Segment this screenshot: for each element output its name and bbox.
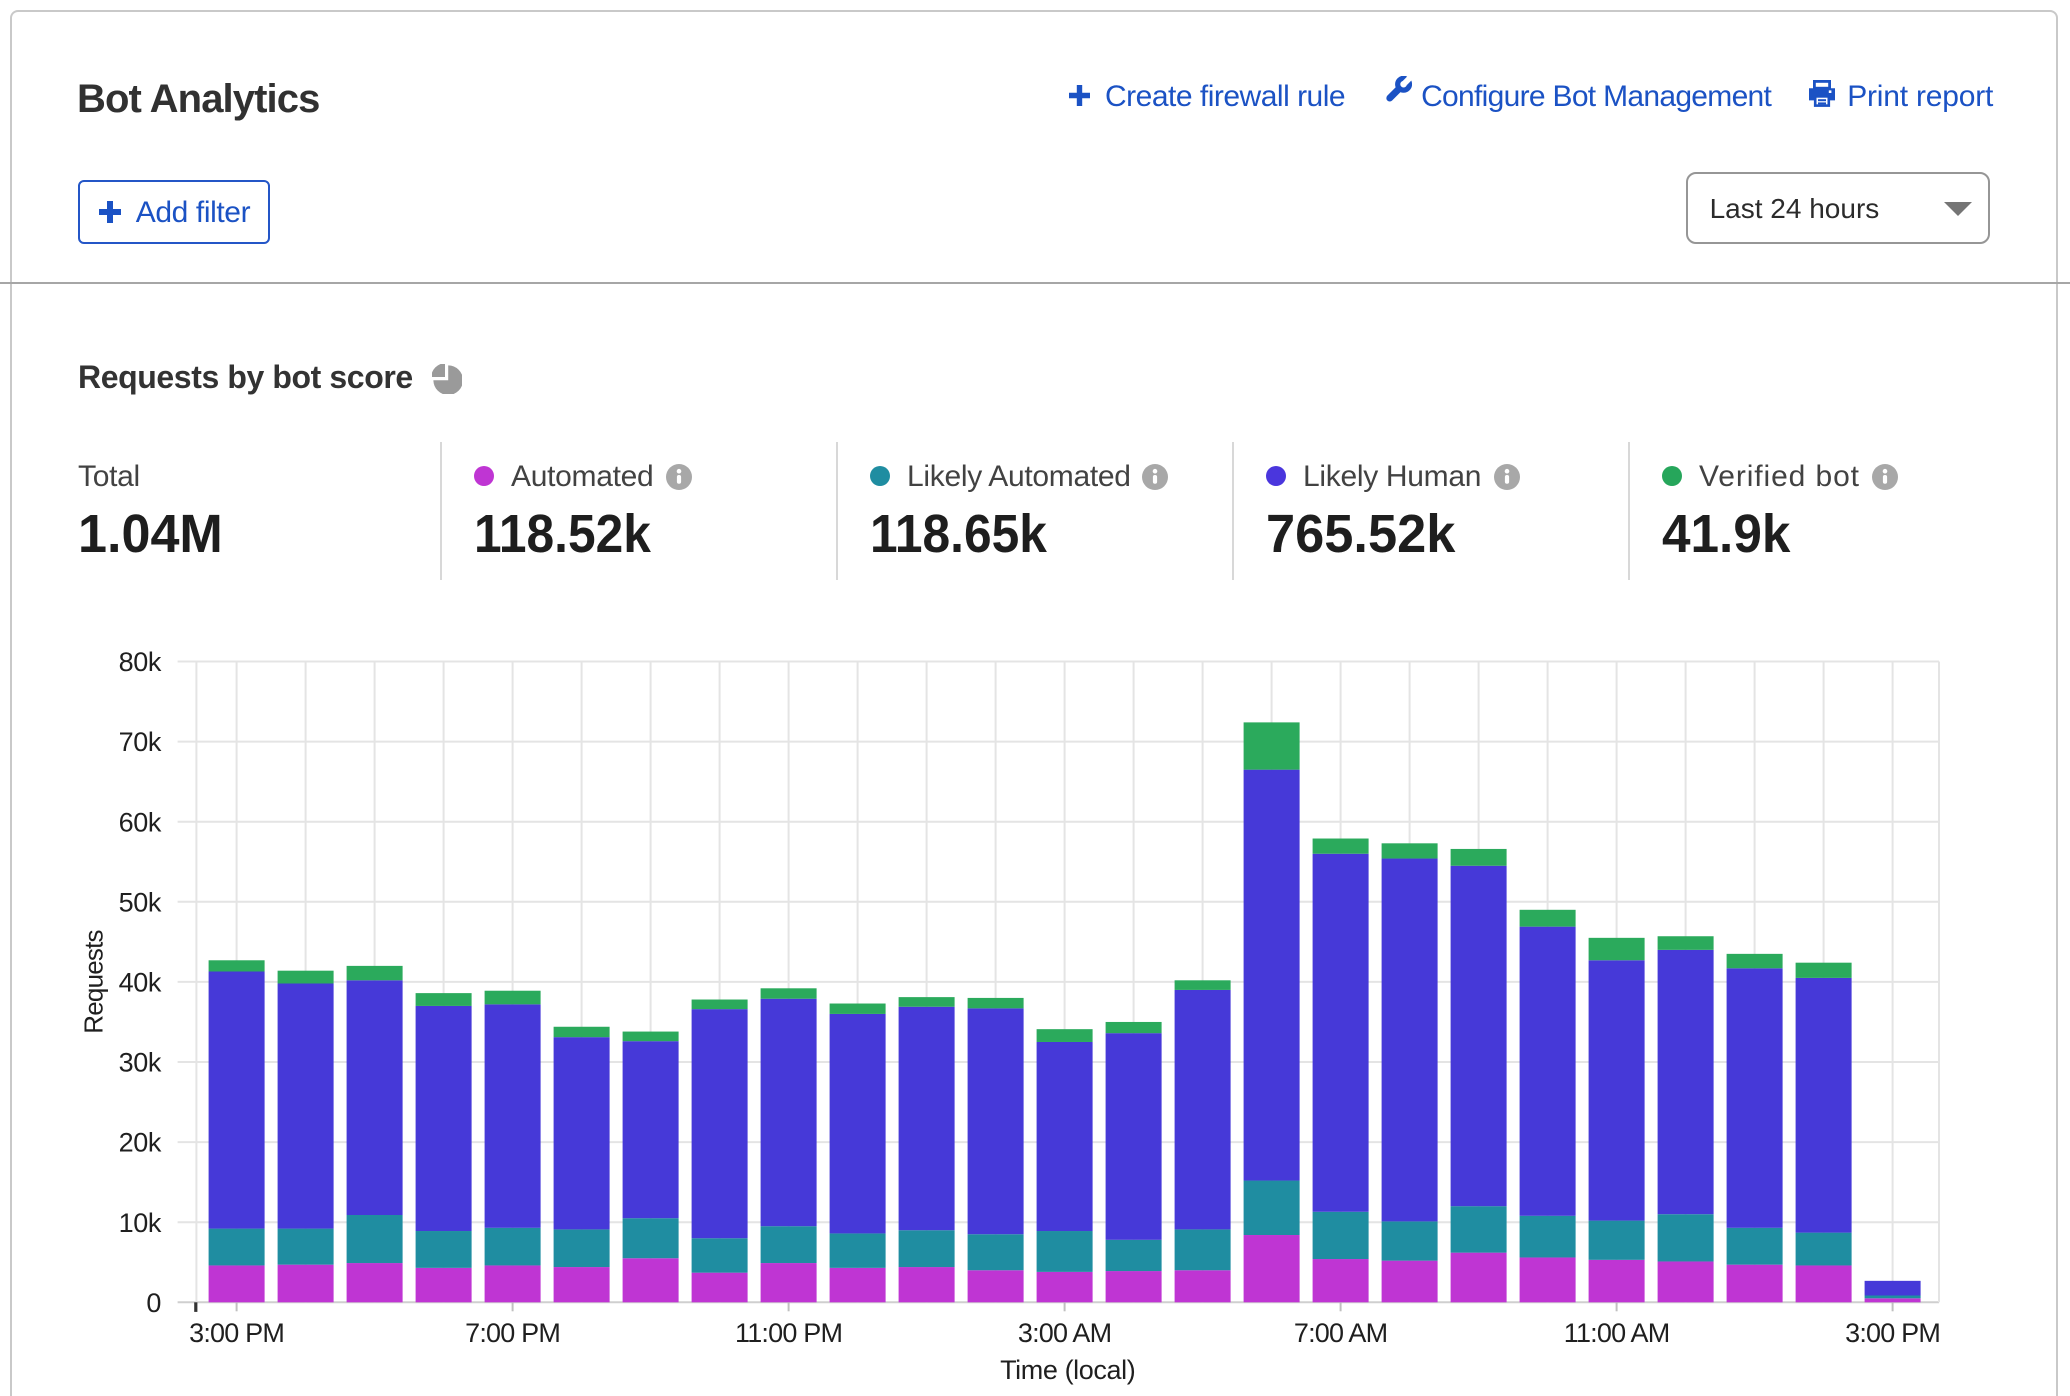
svg-text:70k: 70k bbox=[119, 727, 162, 757]
svg-text:0: 0 bbox=[146, 1288, 161, 1318]
svg-text:80k: 80k bbox=[119, 647, 162, 677]
svg-text:20k: 20k bbox=[119, 1128, 162, 1158]
svg-text:7:00 AM: 7:00 AM bbox=[1294, 1318, 1387, 1348]
svg-text:Time (local): Time (local) bbox=[1000, 1355, 1135, 1385]
svg-text:3:00 PM: 3:00 PM bbox=[1845, 1318, 1940, 1348]
svg-text:30k: 30k bbox=[119, 1048, 162, 1078]
svg-text:Requests: Requests bbox=[78, 929, 108, 1033]
svg-text:3:00 AM: 3:00 AM bbox=[1018, 1318, 1111, 1348]
svg-text:50k: 50k bbox=[119, 887, 162, 917]
svg-text:60k: 60k bbox=[119, 807, 162, 837]
svg-text:11:00 AM: 11:00 AM bbox=[1564, 1318, 1670, 1348]
svg-text:7:00 PM: 7:00 PM bbox=[465, 1318, 560, 1348]
svg-text:40k: 40k bbox=[119, 968, 162, 998]
svg-text:10k: 10k bbox=[119, 1208, 162, 1238]
svg-text:3:00 PM: 3:00 PM bbox=[189, 1318, 284, 1348]
svg-text:11:00 PM: 11:00 PM bbox=[735, 1318, 842, 1348]
